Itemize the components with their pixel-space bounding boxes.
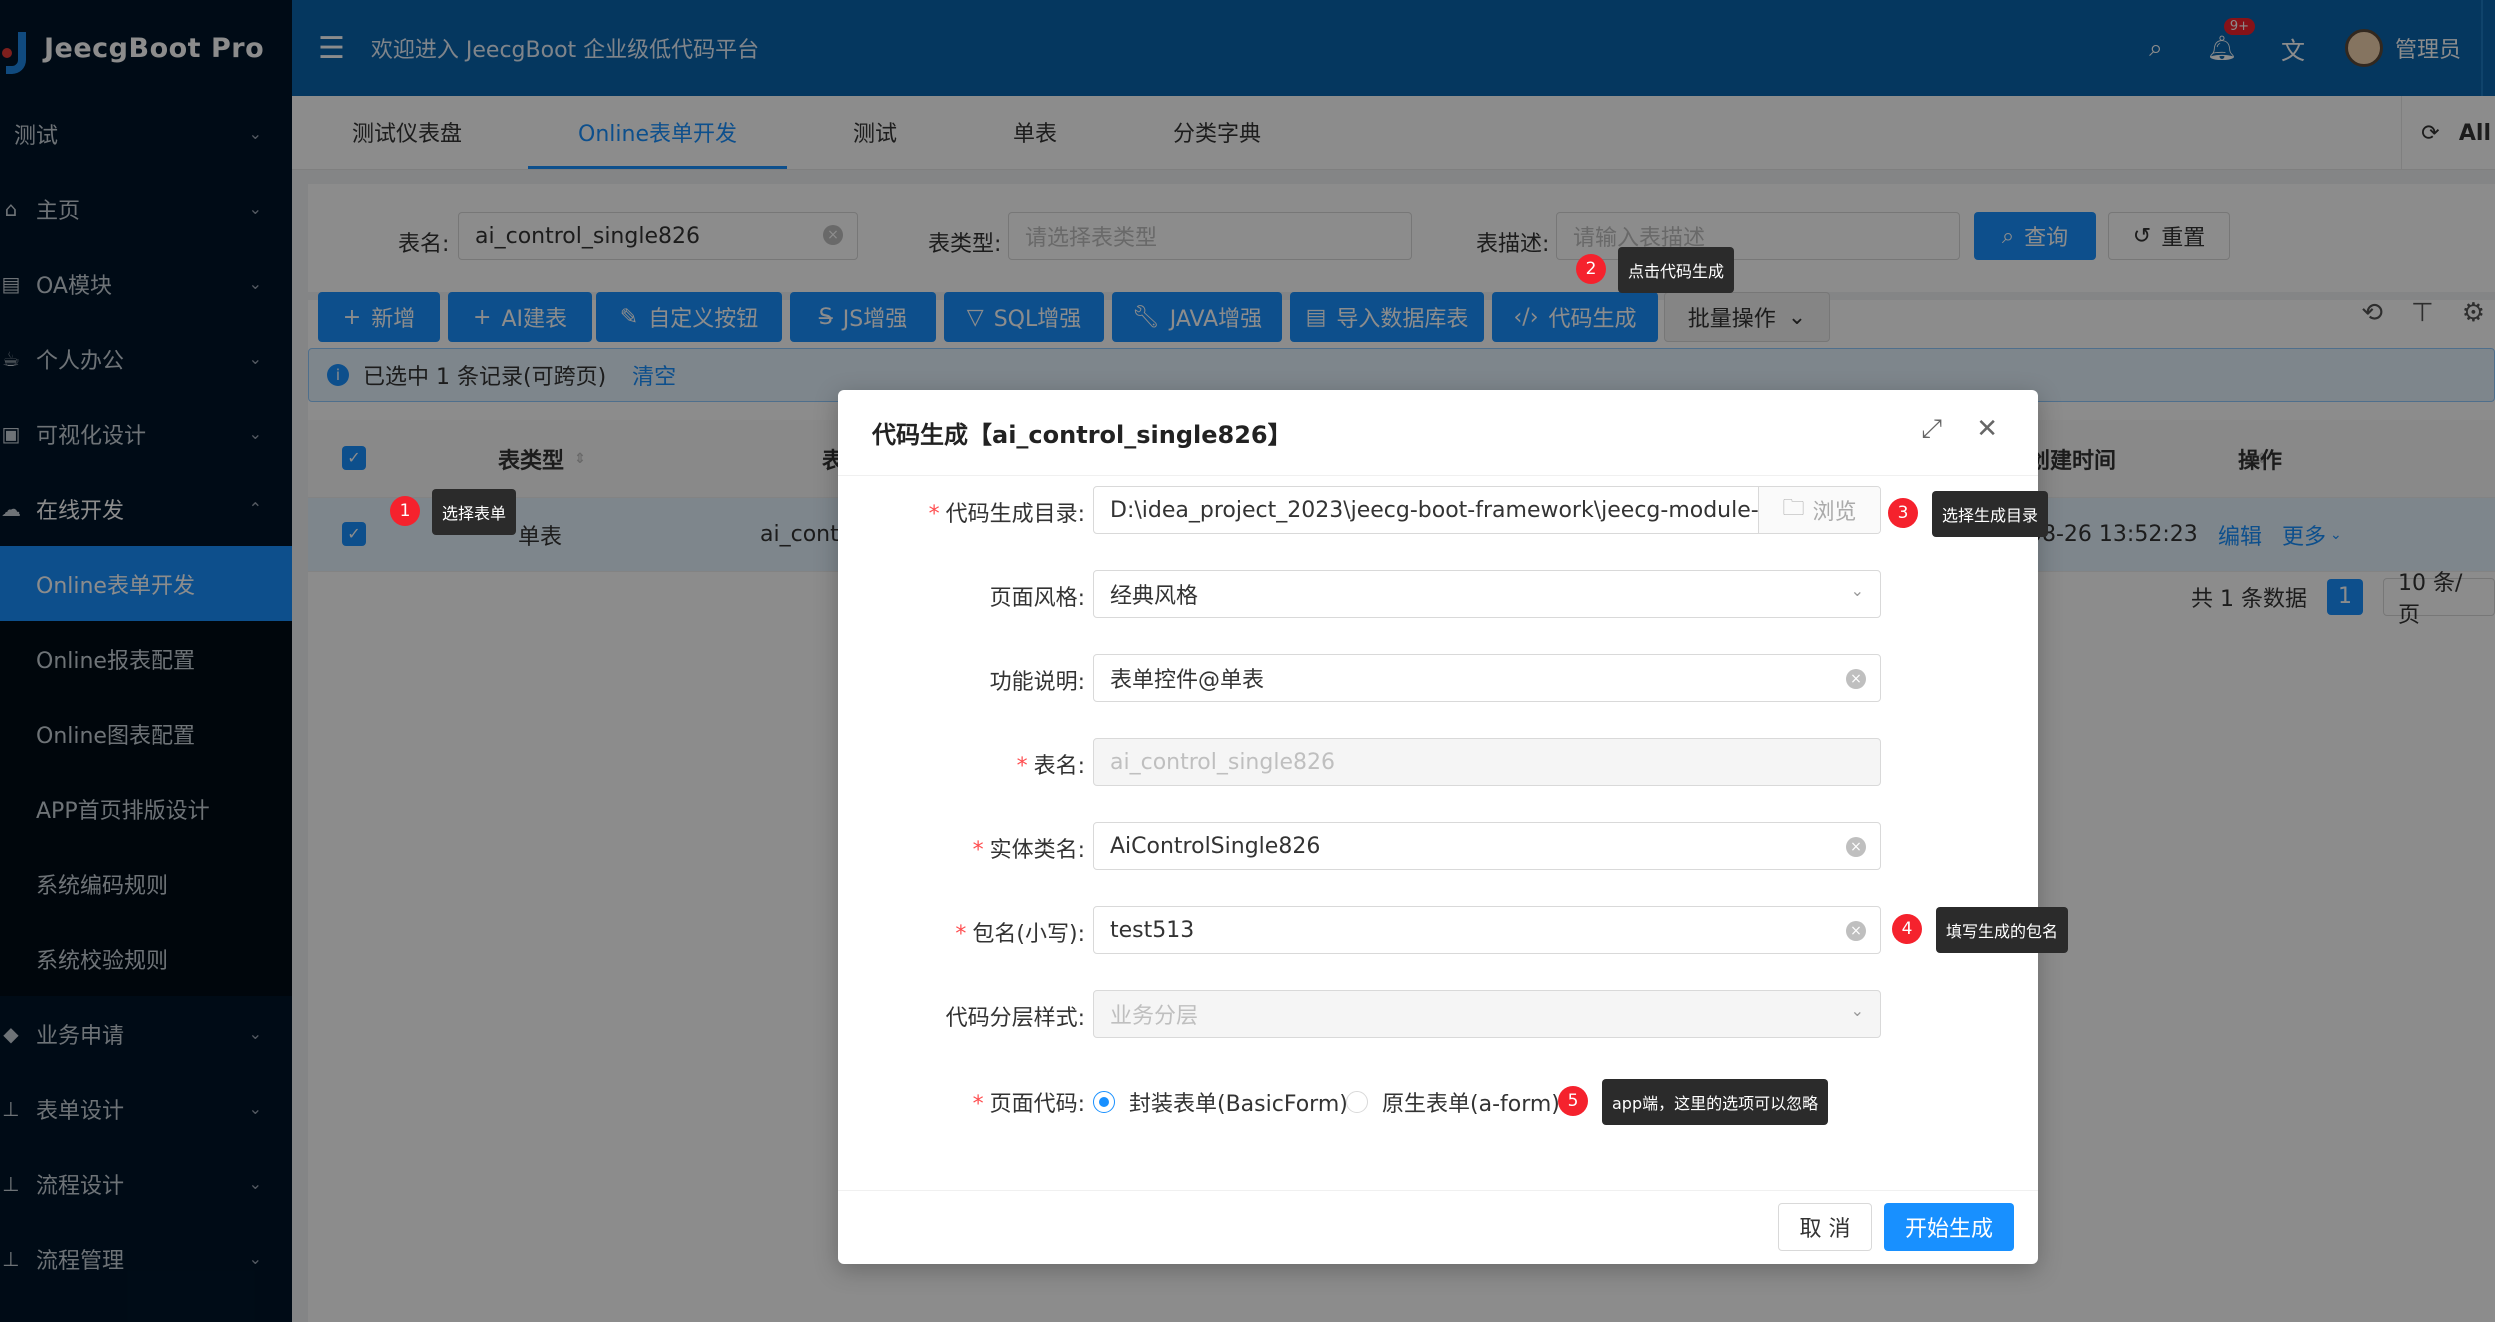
radio-a-form[interactable]: 原生表单(a-form)	[1346, 1086, 1560, 1118]
radio-label: 原生表单(a-form)	[1382, 1092, 1560, 1117]
layer-value: 业务分层	[1110, 1004, 1199, 1029]
radio-unchecked-icon	[1346, 1091, 1368, 1113]
desc-input[interactable]: 表单控件@单表 ×	[1093, 654, 1881, 702]
clear-icon[interactable]: ×	[1846, 669, 1866, 689]
folder-icon: 🗀	[1782, 496, 1805, 521]
label-text: 代码分层样式:	[945, 1006, 1085, 1031]
tname-input: ai_control_single826	[1093, 738, 1881, 786]
tname-label: * 表名:	[1016, 754, 1085, 779]
form-row-dir: * 代码生成目录: D:\idea_project_2023\jeecg-boot…	[838, 486, 2038, 534]
form-row-layer: 代码分层样式: 业务分层 ⌄	[838, 990, 2038, 1038]
form-row-page-code: * 页面代码: 封装表单(BasicForm) 原生表单(a-form)	[838, 1076, 2038, 1124]
step-marker-1: 1	[390, 496, 420, 526]
clear-icon[interactable]: ×	[1846, 921, 1866, 941]
fullscreen-icon[interactable]: ⤢	[1921, 414, 1942, 445]
label-text: 包名(小写):	[972, 922, 1085, 947]
radio-label: 封装表单(BasicForm)	[1129, 1092, 1348, 1117]
code-generate-modal: 代码生成【ai_control_single826】 ⤢ ✕ * 代码生成目录: …	[838, 390, 2038, 1264]
package-value: test513	[1110, 917, 1195, 943]
page-code-label: * 页面代码:	[972, 1092, 1085, 1117]
browse-label: 浏览	[1812, 500, 1857, 525]
chevron-down-icon: ⌄	[1850, 1001, 1864, 1020]
label-text: 实体类名:	[989, 838, 1085, 863]
step-marker-3: 3	[1888, 498, 1918, 528]
modal-title: 代码生成【ai_control_single826】	[872, 421, 1292, 449]
form-row-tname: * 表名: ai_control_single826	[838, 738, 2038, 786]
step-tip-4: 填写生成的包名	[1936, 907, 2069, 953]
label-text: 代码生成目录:	[945, 502, 1085, 527]
step-marker-5: 5	[1558, 1086, 1588, 1116]
form-row-entity: * 实体类名: AiControlSingle826 ×	[838, 822, 2038, 870]
form-row-package: * 包名(小写): test513 ×	[838, 906, 2038, 954]
close-icon[interactable]: ✕	[1976, 414, 1998, 444]
style-label: 页面风格:	[990, 580, 1085, 612]
step-tip-5: app端，这里的选项可以忽略	[1602, 1079, 1829, 1125]
style-value: 经典风格	[1110, 584, 1199, 609]
dir-label: * 代码生成目录:	[928, 502, 1085, 527]
modal-footer: 取 消 开始生成	[838, 1190, 2038, 1264]
cancel-label: 取 消	[1799, 1217, 1851, 1242]
step-marker-4: 4	[1892, 914, 1922, 944]
step-marker-2: 2	[1576, 254, 1606, 284]
package-input[interactable]: test513 ×	[1093, 906, 1881, 954]
modal-header: 代码生成【ai_control_single826】	[838, 390, 2038, 476]
style-select[interactable]: 经典风格 ⌄	[1093, 570, 1881, 618]
package-label: * 包名(小写):	[955, 922, 1085, 947]
radio-checked-icon	[1093, 1091, 1115, 1113]
dir-value: D:\idea_project_2023\jeecg-boot-framewor…	[1110, 497, 1852, 523]
browse-button[interactable]: 🗀 浏览	[1758, 487, 1880, 533]
entity-input[interactable]: AiControlSingle826 ×	[1093, 822, 1881, 870]
layer-select: 业务分层 ⌄	[1093, 990, 1881, 1038]
label-text: 表名:	[1033, 754, 1085, 779]
dir-input[interactable]: D:\idea_project_2023\jeecg-boot-framewor…	[1093, 486, 1881, 534]
cancel-button[interactable]: 取 消	[1778, 1203, 1872, 1251]
entity-label: * 实体类名:	[972, 838, 1085, 863]
layer-label: 代码分层样式:	[946, 1000, 1085, 1032]
step-tip-1: 选择表单	[432, 489, 517, 535]
form-row-style: 页面风格: 经典风格 ⌄	[838, 570, 2038, 618]
radio-basic-form[interactable]: 封装表单(BasicForm)	[1093, 1086, 1348, 1118]
desc-label: 功能说明:	[990, 664, 1085, 696]
desc-value: 表单控件@单表	[1110, 668, 1265, 693]
entity-value: AiControlSingle826	[1110, 833, 1321, 859]
label-text: 页面风格:	[989, 586, 1085, 611]
form-row-desc: 功能说明: 表单控件@单表 ×	[838, 654, 2038, 702]
tname-value: ai_control_single826	[1110, 749, 1335, 775]
step-tip-3: 选择生成目录	[1932, 491, 2049, 537]
chevron-down-icon: ⌄	[1850, 581, 1864, 600]
start-label: 开始生成	[1904, 1217, 1993, 1242]
clear-icon[interactable]: ×	[1846, 837, 1866, 857]
label-text: 页面代码:	[989, 1092, 1085, 1117]
start-generate-button[interactable]: 开始生成	[1884, 1203, 2014, 1251]
step-tip-2: 点击代码生成	[1618, 247, 1735, 293]
label-text: 功能说明:	[989, 670, 1085, 695]
